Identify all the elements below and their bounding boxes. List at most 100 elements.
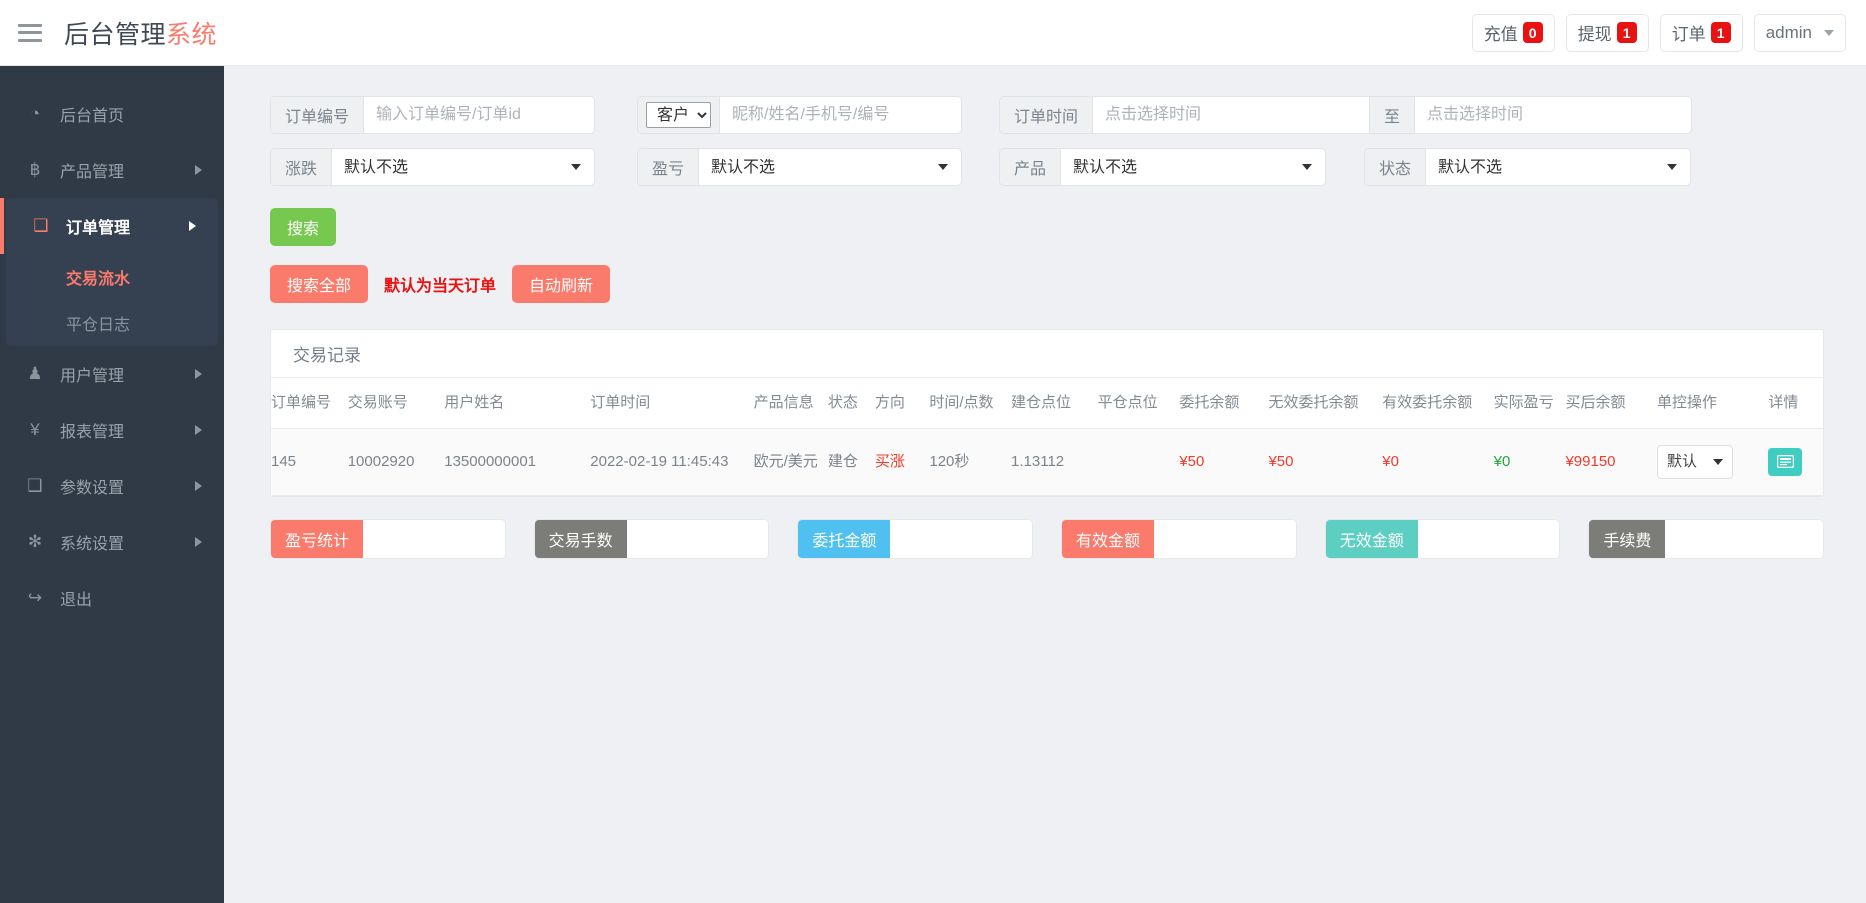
cell-direction: 买涨 bbox=[874, 428, 930, 496]
control-select-wrap: 默认 bbox=[1657, 444, 1768, 479]
auto-refresh-button[interactable]: 自动刷新 bbox=[512, 265, 611, 303]
col-detail: 详情 bbox=[1768, 378, 1823, 429]
chevron-right-icon bbox=[195, 481, 202, 491]
order-no-filter: 订单编号 bbox=[270, 96, 595, 134]
summary-value bbox=[363, 519, 505, 558]
brand-accent-text: 系统 bbox=[166, 20, 218, 49]
sidebar-item-report[interactable]: ¥ 报表管理 bbox=[0, 402, 224, 458]
chevron-right-icon bbox=[195, 425, 202, 435]
profit-loss-filter: 盈亏 默认不选 bbox=[637, 148, 962, 186]
col-invalid-entrust-balance: 无效委托余额 bbox=[1268, 378, 1383, 429]
sidebar-item-product[interactable]: ฿ 产品管理 bbox=[0, 142, 224, 198]
status-filter: 状态 默认不选 bbox=[1364, 148, 1691, 186]
col-close-point: 平仓点位 bbox=[1097, 378, 1180, 429]
user-menu-button[interactable]: admin bbox=[1753, 13, 1846, 52]
filter-row-2: 涨跌 默认不选 盈亏 默认不选 产品 默认不选 状态 默认不选 bbox=[270, 148, 1824, 186]
order-time-end-input[interactable] bbox=[1415, 97, 1691, 133]
table-header: 订单编号 交易账号 用户姓名 订单时间 产品信息 状态 方向 时间/点数 建仓点… bbox=[271, 378, 1823, 429]
app-brand-title: 后台管理系统 bbox=[64, 15, 217, 51]
user-name-label: admin bbox=[1765, 22, 1812, 42]
chevron-right-icon bbox=[189, 221, 196, 231]
order-time-label: 订单时间 bbox=[1000, 97, 1094, 133]
order-no-label: 订单编号 bbox=[271, 97, 365, 133]
recharge-badge: 0 bbox=[1522, 22, 1543, 43]
summary-box-entrust-amount: 委托金额 bbox=[797, 518, 1034, 559]
customer-type-select[interactable]: 客户 bbox=[646, 102, 711, 128]
summary-box-invalid-amount: 无效金额 bbox=[1324, 518, 1561, 559]
cell-control: 默认 bbox=[1657, 428, 1769, 496]
sidebar-group-order: ❑ 订单管理 交易流水 平仓日志 bbox=[0, 198, 218, 346]
cell-duration: 120秒 bbox=[929, 428, 1012, 496]
sidebar-nav: ◔ 后台首页 ฿ 产品管理 ❑ 订单管理 交易流水 平仓日志 ♟ 用户管理 ¥ … bbox=[0, 66, 224, 903]
summary-label: 手续费 bbox=[1589, 519, 1666, 558]
sidebar-item-system[interactable]: ✻ 系统设置 bbox=[0, 514, 224, 570]
hamburger-icon[interactable] bbox=[18, 23, 42, 42]
single-control-select[interactable]: 默认 bbox=[1657, 444, 1734, 479]
cell-actual-pl: ¥0 bbox=[1493, 428, 1566, 496]
panel-title: 交易记录 bbox=[271, 330, 1823, 378]
order-time-separator: 至 bbox=[1369, 97, 1416, 133]
search-button[interactable]: 搜索 bbox=[270, 208, 337, 246]
status-select[interactable]: 默认不选 bbox=[1426, 149, 1689, 185]
rise-fall-select[interactable]: 默认不选 bbox=[332, 149, 593, 185]
cell-balance-after: ¥99150 bbox=[1565, 428, 1658, 496]
search-all-button[interactable]: 搜索全部 bbox=[270, 265, 369, 303]
profit-loss-label: 盈亏 bbox=[638, 149, 700, 185]
customer-type-select-wrap: 客户 bbox=[638, 97, 720, 133]
summary-box-profit-loss: 盈亏统计 bbox=[270, 518, 506, 559]
cell-invalid-entrust-balance: ¥50 bbox=[1268, 428, 1383, 496]
filter-row-1: 订单编号 客户 订单时间 至 bbox=[270, 96, 1824, 134]
sidebar-item-label: 用户管理 bbox=[60, 368, 125, 385]
col-actual-pl: 实际盈亏 bbox=[1493, 378, 1566, 429]
cell-account: 10002920 bbox=[347, 428, 445, 496]
col-order-time: 订单时间 bbox=[590, 378, 754, 429]
sidebar-item-label: 参数设置 bbox=[60, 480, 125, 497]
status-label: 状态 bbox=[1365, 149, 1427, 185]
order-time-start-input[interactable] bbox=[1093, 97, 1369, 133]
sidebar-item-logout[interactable]: ↪ 退出 bbox=[0, 570, 224, 626]
cell-detail bbox=[1768, 428, 1823, 496]
file-copy-icon: ❑ bbox=[33, 216, 49, 235]
product-select[interactable]: 默认不选 bbox=[1061, 149, 1324, 185]
sidebar-item-user[interactable]: ♟ 用户管理 bbox=[0, 346, 224, 402]
summary-label: 无效金额 bbox=[1325, 519, 1418, 558]
col-product: 产品信息 bbox=[753, 378, 828, 429]
withdraw-button[interactable]: 提现 1 bbox=[1565, 13, 1649, 52]
sidebar-subitem-label: 平仓日志 bbox=[66, 317, 131, 334]
cell-product: 欧元/美元 bbox=[753, 428, 828, 496]
customer-keyword-input[interactable] bbox=[720, 97, 961, 133]
recharge-button[interactable]: 充值 0 bbox=[1471, 13, 1555, 52]
sidebar-subitem-close-log[interactable]: 平仓日志 bbox=[6, 300, 218, 346]
order-no-input[interactable] bbox=[364, 97, 594, 133]
sidebar-subitem-transaction-flow[interactable]: 交易流水 bbox=[6, 254, 218, 300]
cell-order-no: 145 bbox=[271, 428, 348, 496]
detail-button[interactable] bbox=[1768, 447, 1803, 476]
sidebar-item-params[interactable]: ❑ 参数设置 bbox=[0, 458, 224, 514]
sidebar-item-label: 产品管理 bbox=[60, 164, 125, 181]
sidebar-item-label: 订单管理 bbox=[66, 220, 131, 237]
col-user-name: 用户姓名 bbox=[444, 378, 591, 429]
sidebar-subitem-label: 交易流水 bbox=[66, 271, 131, 288]
user-icon: ♟ bbox=[27, 364, 43, 383]
sidebar-item-order[interactable]: ❑ 订单管理 bbox=[0, 198, 218, 254]
orders-button[interactable]: 订单 1 bbox=[1659, 13, 1743, 52]
summary-value bbox=[1665, 519, 1824, 558]
col-duration: 时间/点数 bbox=[929, 378, 1012, 429]
table-row[interactable]: 145 10002920 13500000001 2022-02-19 11:4… bbox=[271, 428, 1823, 496]
col-entrust-balance: 委托余额 bbox=[1179, 378, 1269, 429]
col-status: 状态 bbox=[827, 378, 875, 429]
summary-box-fee: 手续费 bbox=[1588, 518, 1825, 559]
withdraw-label: 提现 bbox=[1577, 25, 1612, 44]
summary-box-valid-amount: 有效金额 bbox=[1061, 518, 1297, 559]
summary-box-lots: 交易手数 bbox=[533, 518, 770, 559]
cell-open-point: 1.13112 bbox=[1011, 428, 1098, 496]
cell-order-time: 2022-02-19 11:45:43 bbox=[590, 428, 754, 496]
dashboard-icon: ◔ bbox=[29, 104, 41, 123]
product-label: 产品 bbox=[1000, 149, 1062, 185]
file-copy-icon: ❑ bbox=[27, 476, 43, 495]
summary-label: 交易手数 bbox=[534, 519, 627, 558]
sidebar-item-dashboard[interactable]: ◔ 后台首页 bbox=[0, 86, 224, 142]
transaction-table: 订单编号 交易账号 用户姓名 订单时间 产品信息 状态 方向 时间/点数 建仓点… bbox=[271, 378, 1823, 496]
profit-loss-select[interactable]: 默认不选 bbox=[699, 149, 960, 185]
rise-fall-label: 涨跌 bbox=[271, 149, 333, 185]
